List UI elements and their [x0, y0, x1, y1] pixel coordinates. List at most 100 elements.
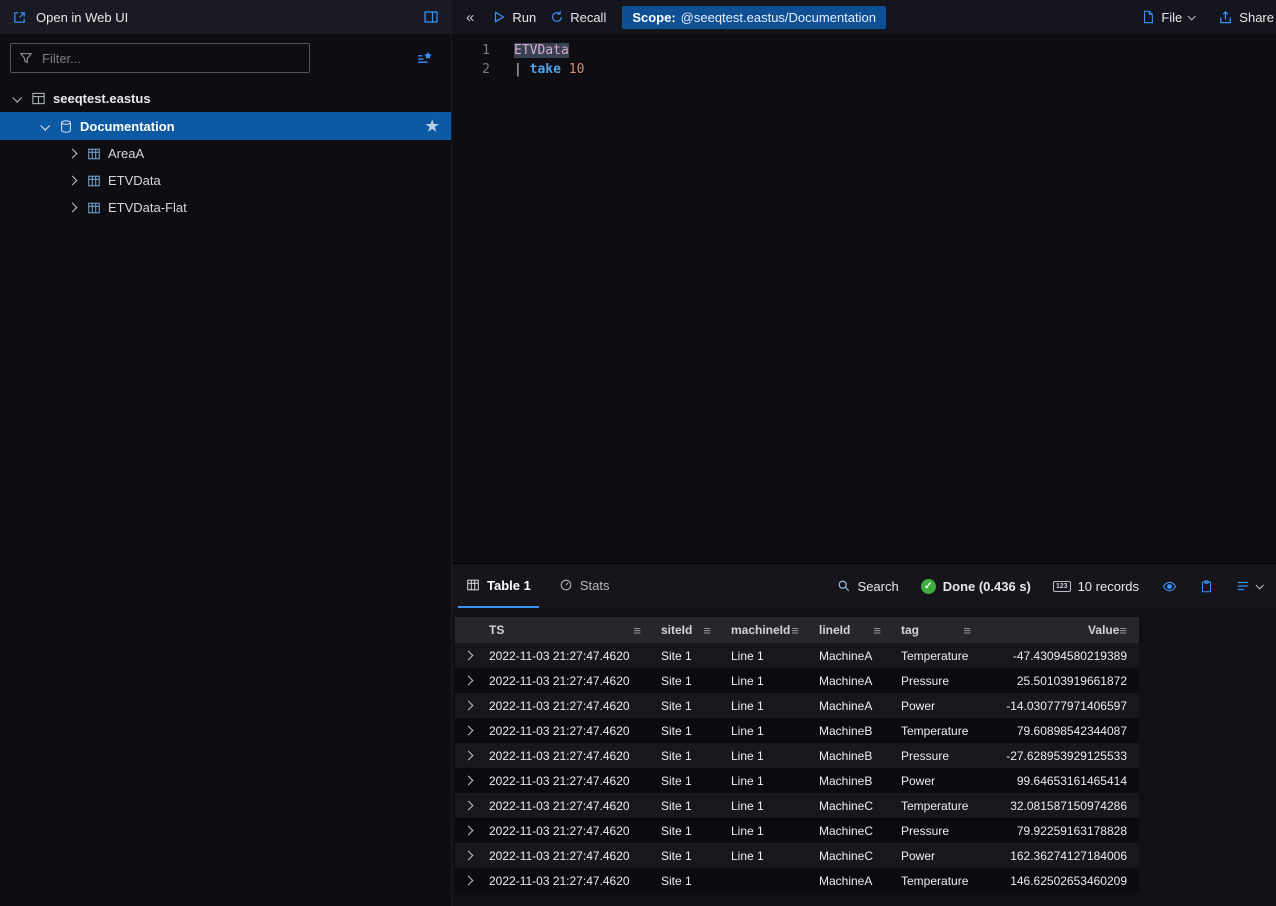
- table-row[interactable]: 2022-11-03 21:27:47.4620Site 1Line 1Mach…: [455, 743, 1139, 768]
- table-icon: [87, 174, 101, 188]
- table-row[interactable]: 2022-11-03 21:27:47.4620Site 1Line 1Mach…: [455, 818, 1139, 843]
- chevron-down-icon[interactable]: [36, 123, 52, 130]
- run-button[interactable]: Run: [492, 10, 536, 25]
- rows-layout-icon: [1235, 579, 1251, 593]
- cell-machineId: [723, 868, 811, 893]
- cell-lineId: MachineC: [811, 818, 893, 843]
- cell-tag: Pressure: [893, 818, 983, 843]
- favorites-filter-icon[interactable]: [416, 50, 433, 67]
- row-expand-icon[interactable]: [455, 793, 481, 818]
- row-expand-icon[interactable]: [455, 743, 481, 768]
- preview-eye-icon[interactable]: [1161, 579, 1178, 594]
- tree-item-database-selected[interactable]: Documentation ★: [0, 112, 451, 140]
- cell-lineId: MachineA: [811, 693, 893, 718]
- favorite-star-icon[interactable]: ★: [426, 119, 439, 134]
- column-header-siteId[interactable]: siteId≡: [653, 617, 723, 643]
- column-menu-icon[interactable]: ≡: [791, 623, 799, 638]
- cell-Value: 32.081587150974286: [983, 793, 1139, 818]
- open-in-web-ui-icon: [12, 10, 27, 25]
- table-row[interactable]: 2022-11-03 21:27:47.4620Site 1Line 1Mach…: [455, 643, 1139, 668]
- chevron-down-icon[interactable]: [8, 95, 24, 102]
- file-menu-button[interactable]: File: [1141, 10, 1194, 25]
- cell-machineId: Line 1: [723, 643, 811, 668]
- tab-table-1[interactable]: Table 1: [458, 564, 539, 608]
- open-in-web-ui-button[interactable]: Open in Web UI: [0, 0, 451, 34]
- row-expand-icon[interactable]: [455, 693, 481, 718]
- column-label: lineId: [819, 623, 850, 637]
- tree-item-table[interactable]: ETVData-Flat: [0, 194, 451, 221]
- column-header-machineId[interactable]: machineId≡: [723, 617, 811, 643]
- table-row[interactable]: 2022-11-03 21:27:47.4620Site 1MachineATe…: [455, 868, 1139, 893]
- tab-stats[interactable]: Stats: [551, 564, 618, 608]
- cell-Value: -14.030777971406597: [983, 693, 1139, 718]
- cell-tag: Power: [893, 768, 983, 793]
- column-menu-icon[interactable]: ≡: [1119, 623, 1127, 638]
- column-header-tag[interactable]: tag≡: [893, 617, 983, 643]
- cell-lineId: MachineB: [811, 768, 893, 793]
- results-header: Table 1 Stats Search ✓ Done (0.436 s): [452, 564, 1276, 608]
- cell-Value: 25.50103919661872: [983, 668, 1139, 693]
- search-button[interactable]: Search: [837, 579, 899, 594]
- column-label: Value: [1088, 623, 1119, 637]
- filter-input[interactable]: [40, 50, 309, 67]
- table-row[interactable]: 2022-11-03 21:27:47.4620Site 1Line 1Mach…: [455, 693, 1139, 718]
- collapse-sidebar-button[interactable]: «: [466, 9, 474, 26]
- table-row[interactable]: 2022-11-03 21:27:47.4620Site 1Line 1Mach…: [455, 843, 1139, 868]
- cell-TS: 2022-11-03 21:27:47.4620: [481, 818, 653, 843]
- gauge-icon: [559, 578, 573, 592]
- row-expand-icon[interactable]: [455, 818, 481, 843]
- column-menu-icon[interactable]: ≡: [633, 623, 641, 638]
- tree-item-table[interactable]: AreaA: [0, 140, 451, 167]
- line-number: 1: [452, 41, 490, 60]
- query-toolbar: « Run Recall Scope: @seeqtest.eastus/Doc…: [452, 0, 1276, 34]
- column-header-lineId[interactable]: lineId ≡: [811, 617, 893, 643]
- cell-siteId: Site 1: [653, 718, 723, 743]
- query-editor[interactable]: 1 ETVData 2 | take 10: [452, 34, 1276, 570]
- file-icon: [1141, 10, 1155, 24]
- tree-item-cluster[interactable]: seeqtest.eastus: [0, 85, 451, 112]
- database-icon: [59, 119, 73, 134]
- scope-selector[interactable]: Scope: @seeqtest.eastus/Documentation: [622, 6, 886, 29]
- row-expand-icon[interactable]: [455, 668, 481, 693]
- cluster-label: seeqtest.eastus: [53, 91, 151, 106]
- chevron-down-icon: [1255, 581, 1263, 589]
- tab-table-1-label: Table 1: [487, 578, 531, 593]
- query-status: ✓ Done (0.436 s): [921, 579, 1031, 594]
- cell-siteId: Site 1: [653, 743, 723, 768]
- cell-tag: Power: [893, 693, 983, 718]
- query-area: « Run Recall Scope: @seeqtest.eastus/Doc…: [452, 0, 1276, 906]
- row-expand-icon[interactable]: [455, 868, 481, 893]
- chevron-right-icon[interactable]: [64, 150, 80, 157]
- share-button[interactable]: Share: [1218, 10, 1274, 25]
- row-expand-icon[interactable]: [455, 843, 481, 868]
- cell-machineId: Line 1: [723, 718, 811, 743]
- tab-stats-label: Stats: [580, 578, 610, 593]
- column-menu-icon[interactable]: ≡: [873, 623, 881, 638]
- filter-input-box[interactable]: [10, 43, 310, 73]
- cell-machineId: Line 1: [723, 743, 811, 768]
- editor-line: 2 | take 10: [452, 60, 1276, 79]
- layout-menu-button[interactable]: [1235, 579, 1262, 593]
- cell-Value: -47.43094580219389: [983, 643, 1139, 668]
- table-row[interactable]: 2022-11-03 21:27:47.4620Site 1Line 1Mach…: [455, 718, 1139, 743]
- chevron-right-icon[interactable]: [64, 177, 80, 184]
- column-header-Value[interactable]: Value≡: [983, 617, 1139, 643]
- recall-button[interactable]: Recall: [550, 10, 606, 25]
- table-row[interactable]: 2022-11-03 21:27:47.4620Site 1Line 1Mach…: [455, 768, 1139, 793]
- column-menu-icon[interactable]: ≡: [703, 623, 711, 638]
- cell-tag: Temperature: [893, 643, 983, 668]
- column-header-TS[interactable]: TS≡: [481, 617, 653, 643]
- cell-Value: 99.64653161465414: [983, 768, 1139, 793]
- row-expand-icon[interactable]: [455, 718, 481, 743]
- column-menu-icon[interactable]: ≡: [963, 623, 971, 638]
- split-panel-icon[interactable]: [423, 9, 439, 25]
- table-row[interactable]: 2022-11-03 21:27:47.4620Site 1Line 1Mach…: [455, 668, 1139, 693]
- cell-siteId: Site 1: [653, 768, 723, 793]
- scope-value: @seeqtest.eastus/Documentation: [681, 10, 876, 25]
- tree-item-table[interactable]: ETVData: [0, 167, 451, 194]
- row-expand-icon[interactable]: [455, 768, 481, 793]
- chevron-right-icon[interactable]: [64, 204, 80, 211]
- table-row[interactable]: 2022-11-03 21:27:47.4620Site 1Line 1Mach…: [455, 793, 1139, 818]
- row-expand-icon[interactable]: [455, 643, 481, 668]
- copy-clipboard-icon[interactable]: [1200, 579, 1213, 594]
